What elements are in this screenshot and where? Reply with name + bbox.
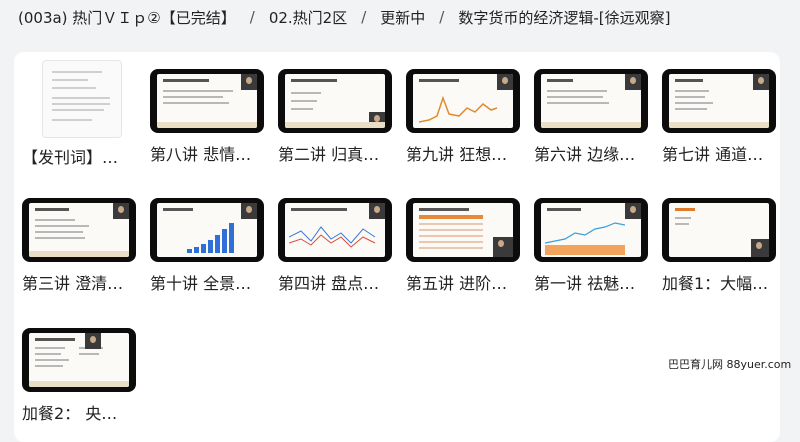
file-item[interactable]: 第二讲 归真… <box>278 69 392 165</box>
file-name: 第四讲 盘点… <box>278 274 380 293</box>
breadcrumb-root[interactable]: (003a) 热门ＶＩｐ②【已完结】 <box>18 7 236 28</box>
file-name: 加餐2： 央… <box>22 404 118 423</box>
file-item[interactable]: 第五讲 进阶… <box>406 198 520 294</box>
file-name: 第一讲 祛魅… <box>534 274 636 293</box>
breadcrumb-folder[interactable]: 02.热门2区 <box>269 7 347 28</box>
video-thumbnail <box>150 69 264 133</box>
video-thumbnail <box>662 198 776 262</box>
file-item[interactable]: 第三讲 澄清… <box>22 198 136 294</box>
file-name: 【发刊词】… <box>22 148 119 167</box>
file-item[interactable]: 第六讲 边缘… <box>534 69 648 165</box>
file-item[interactable]: 第四讲 盘点… <box>278 198 392 294</box>
video-thumbnail <box>150 198 264 262</box>
video-thumbnail <box>406 69 520 133</box>
video-thumbnail <box>278 69 392 133</box>
breadcrumb-current[interactable]: 数字货币的经济逻辑-[徐远观察] <box>458 7 670 28</box>
file-name: 第六讲 边缘… <box>534 145 636 164</box>
line-chart-graphic <box>289 226 376 248</box>
file-name: 第三讲 澄清… <box>22 274 124 293</box>
file-item[interactable]: 第十讲 全景… <box>150 198 264 294</box>
file-name: 第七讲 通道… <box>662 145 764 164</box>
file-name: 第五讲 进阶… <box>406 274 508 293</box>
breadcrumb-separator: / <box>249 8 255 26</box>
file-name: 第二讲 归真… <box>278 145 380 164</box>
bar-chart-graphic <box>187 223 234 253</box>
file-item[interactable]: 第八讲 悲情… <box>150 69 264 165</box>
breadcrumb-separator: / <box>361 8 367 26</box>
video-thumbnail <box>534 198 648 262</box>
watermark: 巴巴育儿网 88yuer.com <box>668 358 792 371</box>
breadcrumb: (003a) 热门ＶＩｐ②【已完结】 / 02.热门2区 / 更新中 / 数字货… <box>18 6 670 28</box>
file-name: 加餐1：大幅… <box>662 274 769 293</box>
file-item[interactable]: 第九讲 狂想… <box>406 69 520 165</box>
video-thumbnail <box>406 198 520 262</box>
file-grid-panel: 【发刊词】… 第八讲 悲情… 第二讲 归真… 第九讲 狂想… 第六讲 边缘… 第… <box>14 52 780 442</box>
breadcrumb-subfolder[interactable]: 更新中 <box>380 7 425 28</box>
document-thumbnail <box>42 60 122 138</box>
line-chart-graphic <box>419 95 498 123</box>
video-thumbnail <box>662 69 776 133</box>
video-thumbnail <box>278 198 392 262</box>
video-thumbnail <box>534 69 648 133</box>
file-name: 第十讲 全景… <box>150 274 252 293</box>
file-name: 第八讲 悲情… <box>150 145 252 164</box>
video-thumbnail <box>22 198 136 262</box>
breadcrumb-separator: / <box>439 8 445 26</box>
file-item[interactable]: 加餐2： 央… <box>22 328 136 424</box>
file-name: 第九讲 狂想… <box>406 145 508 164</box>
area-chart-graphic <box>545 222 625 255</box>
file-item[interactable]: 加餐1：大幅… <box>662 198 776 294</box>
video-thumbnail <box>22 328 136 392</box>
file-item[interactable]: 【发刊词】… <box>22 60 136 168</box>
file-item[interactable]: 第一讲 祛魅… <box>534 198 648 294</box>
file-item[interactable]: 第七讲 通道… <box>662 69 776 165</box>
